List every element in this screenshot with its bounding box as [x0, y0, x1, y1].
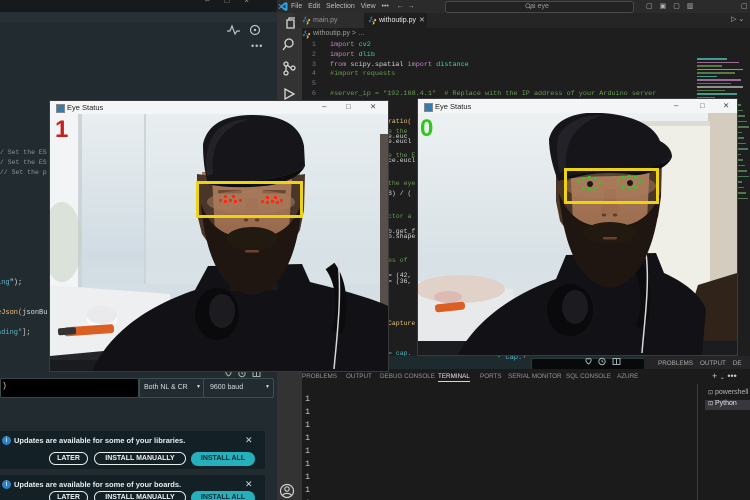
svg-text:0: 0	[420, 115, 433, 142]
svg-text:1: 1	[55, 116, 68, 143]
